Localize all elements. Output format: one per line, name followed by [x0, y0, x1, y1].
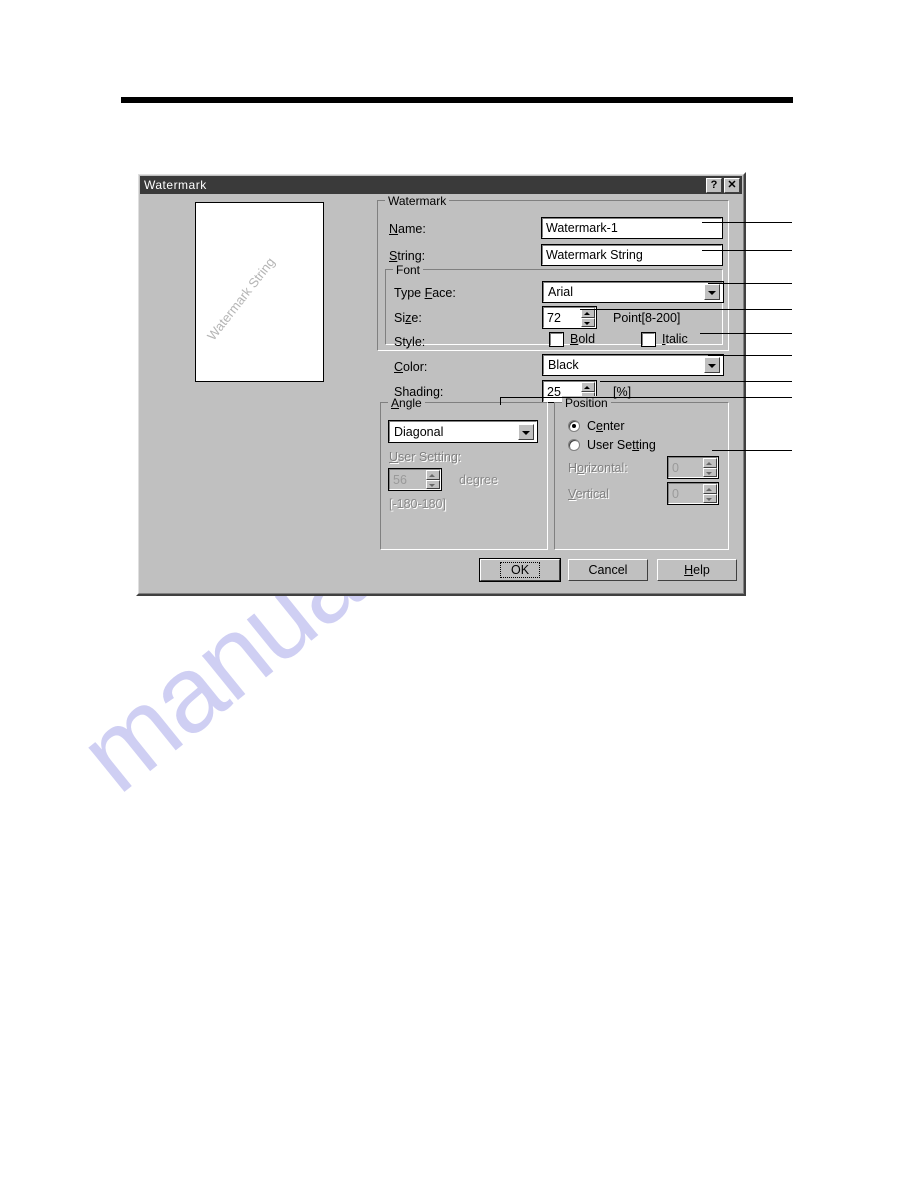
position-center-radio-dot[interactable] — [568, 420, 580, 432]
horizontal-value: 0 — [672, 460, 679, 475]
callout-line-shading — [600, 381, 792, 382]
string-label: String: — [389, 249, 426, 263]
help-button[interactable]: Help — [657, 559, 737, 581]
close-icon[interactable]: ✕ — [724, 177, 740, 193]
chevron-down-icon[interactable] — [704, 284, 720, 300]
bold-checkbox-box[interactable] — [549, 331, 564, 347]
position-user-setting-radio-dot[interactable] — [568, 439, 580, 451]
callout-line-style — [700, 333, 792, 334]
ok-button[interactable]: OK — [479, 558, 561, 582]
horizontal-spin-down-icon[interactable] — [703, 467, 717, 477]
position-group: Position Center User Setting Horizontal:… — [554, 396, 729, 550]
style-label: Style: — [394, 335, 426, 349]
size-value: 72 — [547, 310, 561, 325]
cancel-button[interactable]: Cancel — [568, 559, 648, 581]
ok-button-label: OK — [499, 562, 541, 578]
horizontal-spinner[interactable]: 0 — [667, 456, 719, 479]
name-input-value: Watermark-1 — [546, 221, 618, 235]
callout-line-angle — [500, 397, 792, 398]
angle-group: Angle Diagonal User Setting: 56 degree [… — [380, 396, 548, 550]
vertical-value: 0 — [672, 486, 679, 501]
preview-watermark-text: Watermark String — [204, 254, 278, 344]
angle-degree-unit: degree — [459, 473, 498, 487]
horizontal-spin-arrows[interactable] — [703, 458, 717, 477]
vertical-spin-arrows[interactable] — [703, 484, 717, 503]
callout-line-name — [702, 222, 792, 223]
callout-line-position — [712, 450, 792, 451]
color-combo[interactable]: Black — [542, 354, 724, 376]
color-value: Black — [548, 358, 579, 372]
position-user-setting-radio[interactable]: User Setting — [568, 438, 656, 452]
bold-checkbox[interactable]: Bold — [549, 331, 596, 347]
size-spinner[interactable]: 72 — [542, 306, 597, 329]
position-center-label: Center — [587, 419, 625, 433]
name-input[interactable]: Watermark-1 — [541, 217, 723, 239]
italic-checkbox-box[interactable] — [641, 331, 656, 347]
angle-range-hint: [-180-180] — [389, 497, 446, 511]
callout-line-size — [580, 309, 792, 310]
name-label: Name: — [389, 222, 426, 236]
position-group-title: Position — [562, 396, 611, 410]
position-center-radio[interactable]: Center — [568, 419, 625, 433]
vertical-spin-down-icon[interactable] — [703, 493, 717, 503]
watermark-group-title: Watermark — [385, 194, 450, 208]
bold-label: Bold — [570, 332, 596, 346]
angle-mode-value: Diagonal — [394, 424, 444, 439]
size-spin-arrows[interactable] — [581, 308, 595, 327]
angle-spin-down-icon[interactable] — [426, 479, 440, 489]
angle-spin-up-icon[interactable] — [426, 470, 440, 480]
dialog-title: Watermark — [144, 178, 207, 192]
horizontal-label: Horizontal: — [568, 461, 628, 475]
italic-label: Italic — [662, 332, 688, 346]
vertical-label: Vertical — [568, 487, 609, 501]
angle-user-setting-label: User Setting: — [389, 450, 462, 464]
size-label: Size: — [394, 311, 422, 325]
position-user-setting-label: User Setting — [587, 438, 656, 452]
vertical-spin-up-icon[interactable] — [703, 484, 717, 494]
shading-spin-up-icon[interactable] — [581, 382, 595, 392]
angle-degree-spin-arrows[interactable] — [426, 470, 440, 489]
size-hint: Point[8-200] — [613, 311, 681, 325]
color-label: Color: — [394, 360, 428, 374]
help-button-label: Help — [684, 563, 710, 577]
typeface-combo[interactable]: Arial — [542, 281, 724, 303]
callout-line-typeface — [708, 283, 792, 284]
angle-degree-spinner[interactable]: 56 — [388, 468, 442, 491]
angle-mode-combo[interactable]: Diagonal — [388, 420, 538, 443]
typeface-label: Type Face: — [394, 286, 456, 300]
angle-group-title: Angle — [388, 396, 425, 410]
size-spin-down-icon[interactable] — [581, 317, 595, 327]
horizontal-spin-up-icon[interactable] — [703, 458, 717, 468]
chevron-down-icon[interactable] — [704, 357, 720, 373]
angle-degree-value: 56 — [393, 472, 407, 487]
vertical-spinner[interactable]: 0 — [667, 482, 719, 505]
watermark-preview: Watermark String — [195, 202, 324, 382]
callout-line-color — [708, 355, 792, 356]
watermark-dialog: Watermark ? ✕ Watermark String Watermark… — [136, 172, 746, 596]
callout-line-string — [702, 250, 792, 251]
string-input[interactable]: Watermark String — [541, 244, 723, 266]
font-group-title: Font — [393, 263, 424, 277]
font-group: Font Type Face: Arial Size: 72 Point[8-2… — [385, 263, 724, 403]
chevron-down-icon[interactable] — [518, 423, 534, 440]
italic-checkbox[interactable]: Italic — [641, 331, 688, 347]
callout-line-angle-stem — [500, 397, 501, 405]
help-icon[interactable]: ? — [706, 177, 722, 193]
string-input-value: Watermark String — [546, 248, 643, 262]
cancel-button-label: Cancel — [588, 563, 628, 577]
dialog-titlebar[interactable]: Watermark ? ✕ — [140, 176, 742, 194]
page-header-rule — [121, 97, 793, 103]
typeface-value: Arial — [548, 285, 574, 299]
watermark-group: Watermark Name: Watermark-1 String: Wate… — [377, 194, 729, 403]
